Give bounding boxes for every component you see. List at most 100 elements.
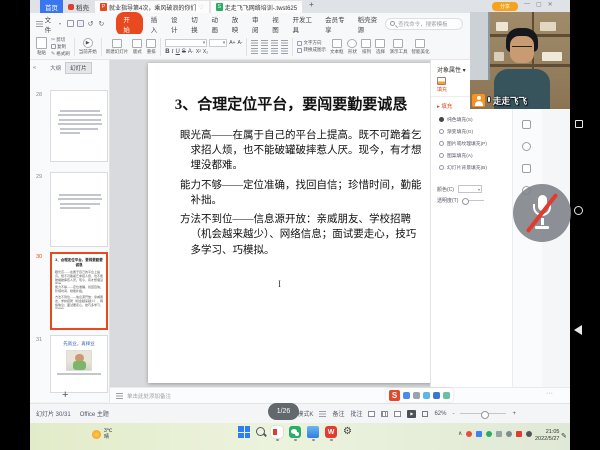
rearrange-button[interactable]: 重排 [146, 39, 156, 55]
tool-grid-icon[interactable] [443, 392, 450, 399]
zoom-in-button[interactable]: + [512, 411, 516, 417]
radio-solid-fill[interactable]: 纯色填充(S) [431, 113, 512, 125]
tab-design[interactable]: 设计 [171, 14, 183, 34]
fit-window-icon[interactable] [422, 411, 428, 417]
tool-pen-icon[interactable] [413, 392, 420, 399]
bullets-icon[interactable] [251, 40, 258, 46]
save-icon[interactable] [77, 20, 84, 27]
superscript-button[interactable]: X² [196, 49, 201, 55]
properties-panel-icon[interactable] [522, 120, 531, 129]
arrange-button[interactable]: 排列 [361, 39, 371, 55]
copy-button[interactable]: 复制 [51, 44, 70, 50]
notes-toggle-label[interactable]: 备注 [332, 409, 344, 418]
tray-icon-device[interactable] [496, 431, 502, 437]
tray-icon-blue[interactable] [476, 431, 482, 437]
presentation-tools-button[interactable]: 演示工具 [389, 39, 407, 55]
collapse-pane-button[interactable]: « [33, 65, 36, 71]
transparency-slider[interactable] [462, 200, 484, 201]
favorite-icon[interactable]: ♡ [198, 4, 203, 11]
zoom-slider[interactable] [460, 413, 506, 414]
zoom-out-button[interactable]: - [452, 411, 454, 417]
textbox-button[interactable]: 文本框 [330, 39, 344, 55]
tray-icon-green[interactable] [486, 431, 492, 437]
tool-pointer-icon[interactable] [433, 392, 440, 399]
slide-thumbnail-28[interactable] [50, 90, 108, 162]
tab-member[interactable]: 会员专享 [325, 14, 350, 34]
s-tool-logo[interactable]: S [389, 390, 400, 401]
italic-button[interactable]: I [172, 49, 174, 55]
font-color-button[interactable]: A· [188, 49, 194, 55]
slides-tab[interactable]: 幻灯片 [65, 62, 92, 74]
radio-gradient-fill[interactable]: 渐变填充(G) [431, 125, 512, 137]
tool-mic-icon[interactable] [403, 392, 410, 399]
tray-icon-security[interactable] [516, 431, 522, 437]
radio-background-fill[interactable]: 幻灯片背景填充(B) [431, 161, 512, 173]
current-slide[interactable]: 3、合理定位平台，要闯要勤要诚恳 眼光高——在属于自己的平台上提高。既不可跪着乞… [148, 63, 434, 383]
tab-docer-resources[interactable]: 稻壳资源 [358, 14, 383, 34]
tab-start[interactable]: 开始 [116, 12, 142, 36]
android-home-button[interactable] [574, 206, 583, 215]
justify-icon[interactable] [281, 48, 288, 54]
color-dropdown[interactable]: ▾ [458, 185, 482, 193]
reading-view-icon[interactable] [394, 411, 401, 417]
slide-thumbnail-29[interactable] [50, 172, 108, 247]
share-button[interactable]: 分享 [492, 2, 518, 11]
command-search-input[interactable]: 查找命令，搜索模板 [385, 18, 462, 30]
start-button[interactable] [238, 426, 250, 441]
tray-expand-button[interactable]: ∧ [458, 430, 462, 437]
clock[interactable]: 21:05 2022/5/27 [535, 429, 559, 443]
undo-icon[interactable]: ↺ [87, 20, 95, 28]
slide-thumbnail-31[interactable]: 先就业，再择业 [50, 335, 108, 393]
subscript-button[interactable]: X₂ [203, 49, 208, 55]
increase-font-button[interactable]: A+ [229, 40, 235, 46]
strikethrough-button[interactable]: S [182, 49, 186, 55]
file-menu[interactable]: 文件▾ [36, 14, 61, 34]
align-center-icon[interactable] [261, 48, 268, 54]
paste-button[interactable]: 粘贴 [36, 37, 47, 56]
slideshow-button[interactable]: ▶ [407, 410, 416, 418]
align-left-icon[interactable] [251, 48, 258, 54]
settings-button[interactable]: ⚙ [343, 426, 352, 441]
indent-icon[interactable] [271, 40, 278, 46]
font-name-select[interactable]: ▾ [165, 39, 207, 47]
align-right-icon[interactable] [271, 48, 278, 54]
pen-icon[interactable]: ✎ [561, 432, 567, 440]
new-slide-button[interactable]: 新建幻灯片 [106, 39, 129, 55]
slide-paragraph-2[interactable]: 能力不够——定位准确，找回自信；珍惜时间，勤能补拙。 [180, 178, 426, 208]
outline-tab[interactable]: 大纲 [50, 64, 61, 72]
slide-paragraph-3[interactable]: 方法不到位——信息源开放：亲威朋友、学校招聘（机会越来越少）、网络信息；面试要走… [180, 212, 426, 258]
notes-toggle-icon[interactable] [319, 411, 326, 417]
add-slide-button[interactable]: + [62, 389, 68, 401]
wechat-button[interactable] [289, 426, 301, 441]
layout-button[interactable]: 版式 [132, 39, 142, 55]
slide-body-text[interactable]: 眼光高——在属于自己的平台上提高。既不可跪着乞求招人烦，也不能破罐破摔惹人厌。现… [180, 128, 426, 258]
search-button[interactable] [256, 426, 265, 441]
underline-button[interactable]: U [176, 49, 180, 55]
comments-toggle[interactable]: 批注 [350, 409, 362, 418]
close-button[interactable]: ✕ [548, 1, 553, 8]
decrease-font-button[interactable]: A- [237, 40, 242, 46]
wps-button[interactable]: W [325, 426, 337, 441]
line-spacing-icon[interactable] [281, 40, 288, 46]
more-tools-button[interactable]: ··· [546, 390, 553, 397]
bold-button[interactable]: B [165, 49, 169, 55]
tab-insert[interactable]: 插入 [151, 14, 163, 34]
slide-thumbnail-30-current[interactable]: 3、合理定位平台，要闯要勤要诚恳 眼光高——在属于自己的平台上提高。既不可跪着乞… [50, 252, 108, 330]
notes-bar[interactable]: 单击此处添加备注 [110, 387, 570, 403]
redo-icon[interactable]: ↻ [98, 20, 106, 28]
select-button[interactable]: 选择 [375, 39, 385, 55]
explorer-button[interactable] [307, 426, 319, 441]
slide-sorter-view-icon[interactable] [381, 411, 388, 417]
selection-pane-icon[interactable] [522, 164, 531, 173]
play-from-current-button[interactable]: ▶当前开始 [79, 38, 97, 55]
normal-view-icon[interactable] [368, 411, 375, 417]
android-back-button[interactable] [574, 325, 582, 335]
minimize-button[interactable]: — [524, 1, 530, 8]
tab-devtools[interactable]: 开发工具 [293, 14, 318, 34]
beautify-button[interactable]: 智能美化 [411, 39, 429, 55]
cut-button[interactable]: ✂剪切 [51, 37, 70, 43]
history-icon[interactable] [522, 142, 531, 151]
android-recents-button[interactable] [575, 120, 583, 128]
weather-widget[interactable]: 3℃晴 [92, 428, 112, 440]
slide-title[interactable]: 3、合理定位平台，要闯要勤要诚恳 [148, 93, 434, 114]
